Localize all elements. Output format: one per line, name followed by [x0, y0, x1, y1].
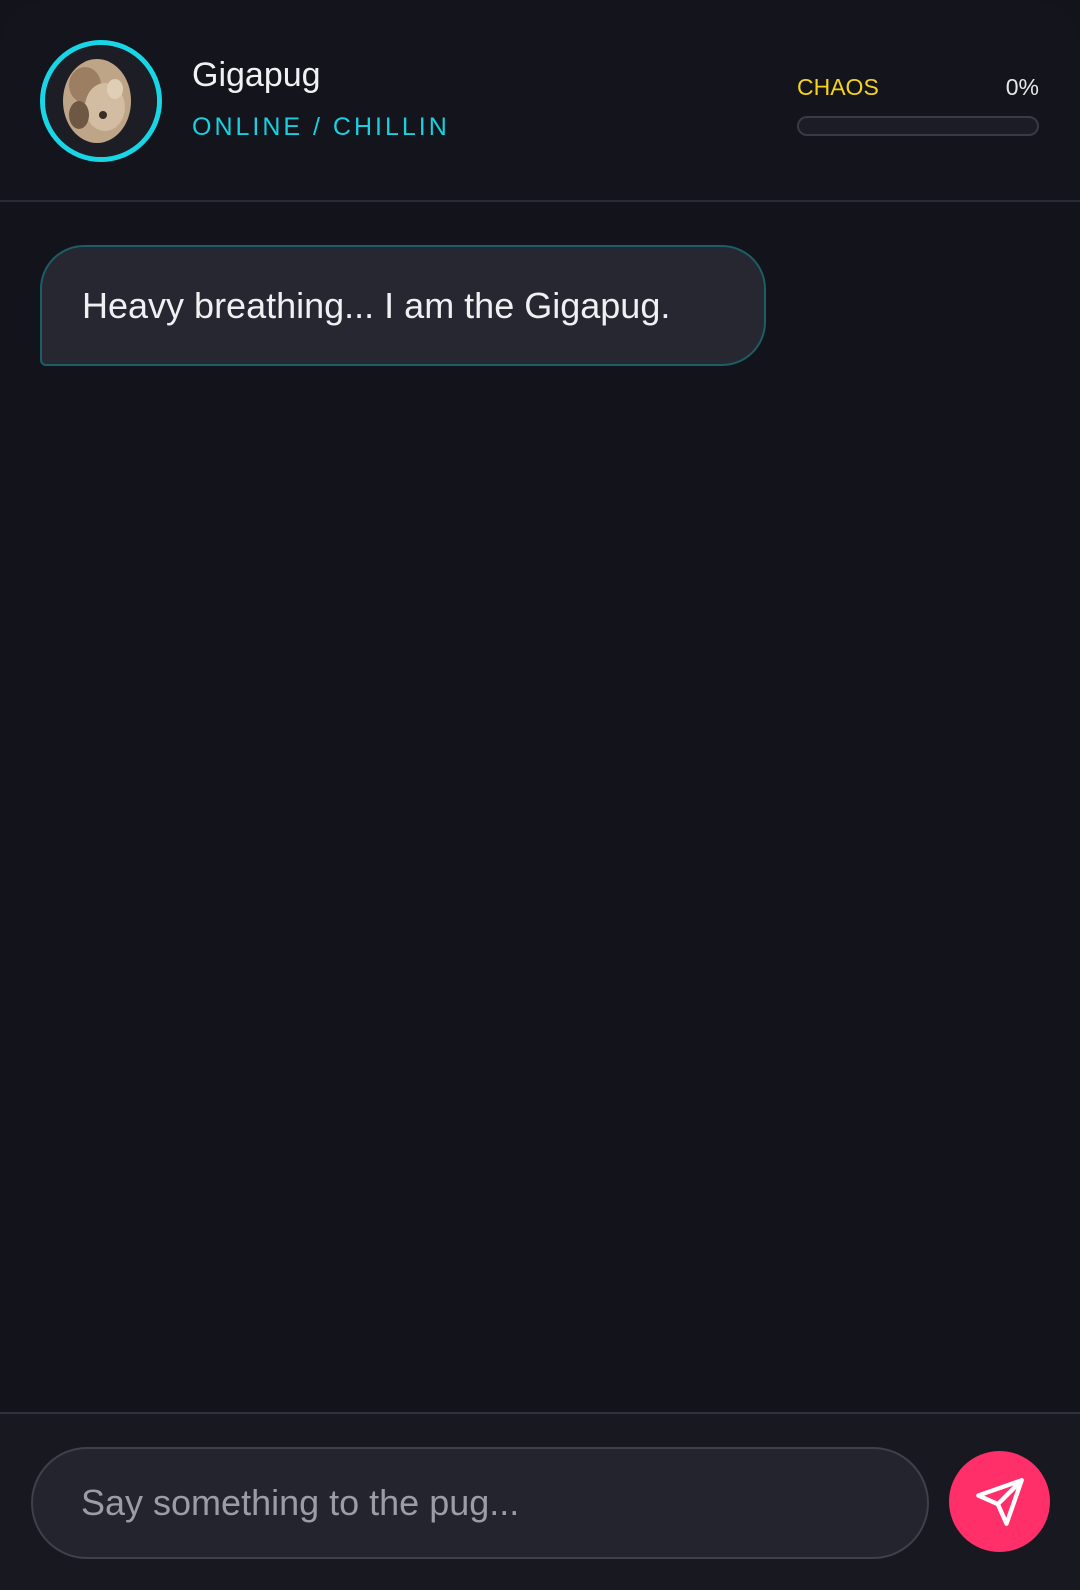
chat-app: Gigapug ONLINE / CHILLIN CHAOS 0% Heavy …: [0, 0, 1080, 1590]
chaos-meter: [797, 116, 1039, 136]
contact-status: ONLINE / CHILLIN: [192, 113, 450, 141]
pug-avatar-icon: [45, 45, 157, 157]
chaos-percentage: 0%: [1005, 74, 1039, 100]
chaos-label: CHAOS: [797, 74, 879, 100]
avatar[interactable]: [40, 40, 162, 162]
contact-name: Gigapug: [192, 56, 321, 94]
send-button[interactable]: [949, 1451, 1050, 1552]
message-input-wrapper: [31, 1447, 929, 1559]
message-input[interactable]: [33, 1449, 927, 1557]
message-list: Heavy breathing... I am the Gigapug.: [0, 202, 1080, 1414]
send-icon: [975, 1477, 1024, 1526]
composer-bar: [0, 1412, 1080, 1590]
chat-header: Gigapug ONLINE / CHILLIN CHAOS 0%: [0, 0, 1080, 202]
message-bubble: Heavy breathing... I am the Gigapug.: [40, 245, 766, 366]
